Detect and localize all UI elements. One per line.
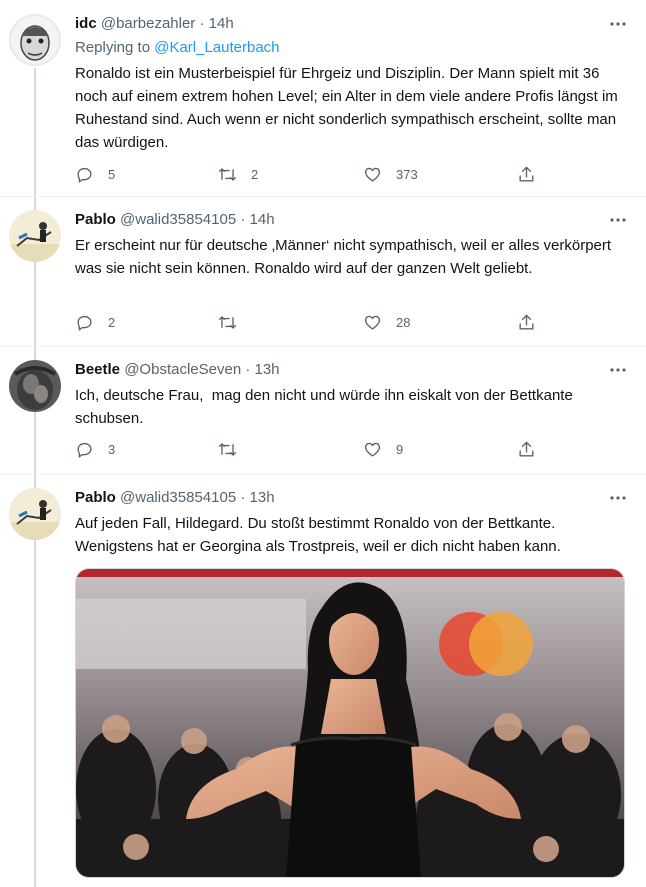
- heart-icon: [364, 315, 381, 330]
- reply-count: 2: [108, 314, 116, 330]
- tweet-text: Ich, deutsche Frau, mag den nicht und wü…: [75, 387, 577, 427]
- tweet-actions: 3 9: [75, 438, 626, 460]
- tweet-actions: 5 2 373: [75, 163, 626, 185]
- avatar[interactable]: [9, 210, 61, 262]
- tweet-content: Pablo @walid35854105 · 14h Er erscheint …: [75, 210, 628, 280]
- more-icon[interactable]: [608, 14, 628, 34]
- replying-to: Replying to @Karl_Lauterbach: [75, 38, 628, 58]
- reply-icon: [77, 442, 92, 458]
- tweet-content: Beetle @ObstacleSeven · 13h Ich, deutsch…: [75, 360, 628, 430]
- tweet-content: Pablo @walid35854105 · 13h Auf jeden Fal…: [75, 488, 628, 558]
- tweet-header: Beetle @ObstacleSeven · 13h: [75, 360, 628, 380]
- like-button[interactable]: 28: [363, 311, 410, 333]
- avatar[interactable]: [9, 14, 61, 66]
- display-name[interactable]: Pablo: [75, 489, 116, 506]
- tweet[interactable]: Beetle @ObstacleSeven · 13h Ich, deutsch…: [0, 360, 646, 470]
- like-count: 9: [396, 441, 404, 457]
- tweet-text: Auf jeden Fall, Hildegard. Du stoßt best…: [75, 515, 561, 555]
- more-icon[interactable]: [608, 488, 628, 508]
- tweet-divider: [0, 346, 646, 347]
- separator-dot: ·: [240, 489, 246, 506]
- share-icon: [519, 166, 534, 182]
- retweet-button[interactable]: [218, 438, 251, 460]
- reply-icon: [77, 167, 92, 183]
- tweet-text: Ronaldo ist ein Musterbeispiel für Ehrge…: [75, 65, 622, 151]
- separator-dot: ·: [245, 361, 251, 378]
- like-count: 28: [396, 314, 411, 330]
- tweet-header: Pablo @walid35854105 · 14h: [75, 210, 628, 230]
- tweet[interactable]: Pablo @walid35854105 · 14h Er erscheint …: [0, 210, 646, 340]
- tweet-divider: [0, 474, 646, 475]
- display-name[interactable]: Pablo: [75, 211, 116, 228]
- tweet-photo[interactable]: [75, 568, 625, 878]
- tweet-text: Er erscheint nur für deutsche ‚Männer‘ n…: [75, 237, 616, 277]
- separator-dot: ·: [240, 211, 246, 228]
- replying-to-label: Replying to: [75, 39, 151, 56]
- timestamp[interactable]: 14h: [209, 15, 234, 32]
- tweet[interactable]: idc @barbezahler · 14h Replying to @Karl…: [0, 14, 646, 204]
- heart-icon: [364, 167, 381, 182]
- reply-count: 3: [108, 441, 116, 457]
- reply-button[interactable]: 2: [75, 311, 115, 333]
- more-icon[interactable]: [608, 360, 628, 380]
- reply-count: 5: [108, 166, 116, 182]
- timestamp[interactable]: 13h: [250, 489, 275, 506]
- display-name[interactable]: idc: [75, 15, 97, 32]
- user-handle[interactable]: @ObstacleSeven: [124, 361, 241, 378]
- reply-icon: [77, 315, 92, 331]
- share-button[interactable]: [517, 163, 536, 185]
- tweet-actions: 2 28: [75, 311, 626, 333]
- separator-dot: ·: [199, 15, 205, 32]
- share-button[interactable]: [517, 438, 536, 460]
- tweet-header: idc @barbezahler · 14h: [75, 14, 628, 34]
- retweet-button[interactable]: [218, 311, 251, 333]
- user-handle[interactable]: @walid35854105: [120, 211, 236, 228]
- share-icon: [519, 441, 534, 457]
- retweet-button[interactable]: 2: [218, 163, 258, 185]
- share-icon: [519, 314, 534, 330]
- timestamp[interactable]: 13h: [255, 361, 280, 378]
- avatar[interactable]: [9, 488, 61, 540]
- reply-button[interactable]: 3: [75, 438, 115, 460]
- retweet-icon: [218, 167, 237, 181]
- share-button[interactable]: [517, 311, 536, 333]
- tweet-content: idc @barbezahler · 14h Replying to @Karl…: [75, 14, 628, 154]
- tweet-divider: [0, 196, 646, 197]
- like-count: 373: [396, 166, 418, 182]
- display-name[interactable]: Beetle: [75, 361, 120, 378]
- avatar[interactable]: [9, 360, 61, 412]
- retweet-count: 2: [251, 166, 259, 182]
- retweet-icon: [218, 442, 237, 456]
- tweet-header: Pablo @walid35854105 · 13h: [75, 488, 628, 508]
- more-icon[interactable]: [608, 210, 628, 230]
- like-button[interactable]: 373: [363, 163, 418, 185]
- mention-link[interactable]: @Karl_Lauterbach: [154, 39, 279, 56]
- retweet-icon: [218, 315, 237, 329]
- timestamp[interactable]: 14h: [250, 211, 275, 228]
- user-handle[interactable]: @walid35854105: [120, 489, 236, 506]
- user-handle[interactable]: @barbezahler: [101, 15, 195, 32]
- like-button[interactable]: 9: [363, 438, 403, 460]
- reply-button[interactable]: 5: [75, 163, 115, 185]
- tweet[interactable]: Pablo @walid35854105 · 13h Auf jeden Fal…: [0, 488, 646, 887]
- heart-icon: [364, 442, 381, 457]
